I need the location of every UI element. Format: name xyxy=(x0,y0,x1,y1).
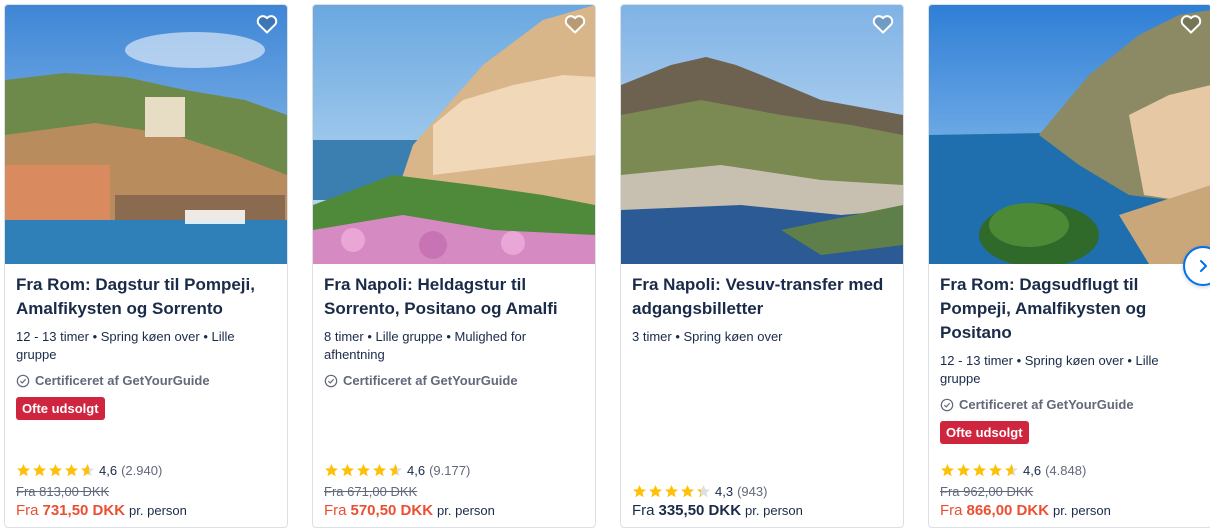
star-icon xyxy=(49,464,62,477)
activity-photo[interactable] xyxy=(313,5,595,264)
activity-photo[interactable] xyxy=(5,5,287,264)
star-icon xyxy=(325,464,338,477)
activity-title[interactable]: Fra Rom: Dagsudflugt til Pompeji, Amalfi… xyxy=(940,273,1201,345)
star-icon xyxy=(665,485,678,498)
certified-label: Certificeret af GetYourGuide xyxy=(16,373,277,388)
star-icon xyxy=(373,464,386,477)
activity-card-1[interactable]: Fra Rom: Dagstur til Pompeji, Amalfikyst… xyxy=(4,4,288,528)
star-icon xyxy=(33,464,46,477)
certified-text: Certificeret af GetYourGuide xyxy=(35,373,210,388)
price-row: Fra 866,00 DKK pr. person xyxy=(940,502,1201,519)
activity-card-2[interactable]: Fra Napoli: Heldagstur til Sorrento, Pos… xyxy=(312,4,596,528)
price-unit: pr. person xyxy=(1053,503,1111,518)
check-circle-icon xyxy=(16,374,30,387)
star-icon xyxy=(649,485,662,498)
activity-photo[interactable] xyxy=(929,5,1210,264)
star-icon xyxy=(697,485,710,498)
star-rating xyxy=(324,463,403,478)
activity-details: 8 timer • Lille gruppe • Mulighed for af… xyxy=(324,329,527,362)
rating-row: 4,6 (4.848) xyxy=(940,463,1201,478)
star-icon xyxy=(1005,464,1018,477)
price-unit: pr. person xyxy=(745,503,803,518)
star-icon xyxy=(989,464,1002,477)
price-row: Fra 731,50 DKK pr. person xyxy=(16,502,277,519)
certified-text: Certificeret af GetYourGuide xyxy=(343,373,518,388)
rating-row: 4,6 (9.177) xyxy=(324,463,585,478)
activity-card-3[interactable]: Fra Napoli: Vesuv-transfer med adgangsbi… xyxy=(620,4,904,528)
chevron-right-icon xyxy=(1200,260,1207,272)
star-rating xyxy=(16,463,95,478)
star-icon xyxy=(681,485,694,498)
price-unit: pr. person xyxy=(129,503,187,518)
star-icon xyxy=(389,464,402,477)
price-unit: pr. person xyxy=(437,503,495,518)
check-circle-icon xyxy=(324,374,338,387)
price-amount: 570,50 DKK xyxy=(350,502,434,519)
rating-value: 4,6 xyxy=(99,463,118,478)
rating-value: 4,6 xyxy=(407,463,426,478)
original-price: Fra 671,00 DKK xyxy=(324,484,418,499)
rating-row: 4,3 (943) xyxy=(632,484,893,499)
price-amount: 731,50 DKK xyxy=(42,502,126,519)
price-from: Fra xyxy=(940,502,963,519)
star-icon xyxy=(357,464,370,477)
certified-label: Certificeret af GetYourGuide xyxy=(940,397,1201,412)
sold-out-badge: Ofte udsolgt xyxy=(16,397,105,420)
star-icon xyxy=(65,464,78,477)
star-rating xyxy=(632,484,711,499)
price-amount: 335,50 DKK xyxy=(658,502,742,519)
original-price: Fra 813,00 DKK xyxy=(16,484,110,499)
check-circle-icon xyxy=(940,398,954,411)
star-icon xyxy=(633,485,646,498)
activity-card-4[interactable]: Fra Rom: Dagsudflugt til Pompeji, Amalfi… xyxy=(928,4,1210,528)
activity-details: 12 - 13 timer • Spring køen over • Lille… xyxy=(16,329,235,362)
rating-value: 4,3 xyxy=(715,484,734,499)
review-count: (2.940) xyxy=(121,463,163,478)
favorite-heart-icon[interactable] xyxy=(254,11,280,37)
favorite-heart-icon[interactable] xyxy=(1178,11,1204,37)
activity-title[interactable]: Fra Napoli: Vesuv-transfer med adgangsbi… xyxy=(632,273,893,321)
activity-details: 12 - 13 timer • Spring køen over • Lille… xyxy=(940,353,1159,386)
review-count: (9.177) xyxy=(429,463,471,478)
star-icon xyxy=(81,464,94,477)
price-row: Fra 570,50 DKK pr. person xyxy=(324,502,585,519)
star-icon xyxy=(341,464,354,477)
review-count: (4.848) xyxy=(1045,463,1087,478)
star-icon xyxy=(17,464,30,477)
certified-text: Certificeret af GetYourGuide xyxy=(959,397,1134,412)
activity-title[interactable]: Fra Rom: Dagstur til Pompeji, Amalfikyst… xyxy=(16,273,277,321)
certified-label: Certificeret af GetYourGuide xyxy=(324,373,585,388)
star-icon xyxy=(973,464,986,477)
activity-photo[interactable] xyxy=(621,5,903,264)
sold-out-badge: Ofte udsolgt xyxy=(940,421,1029,444)
activity-details: 3 timer • Spring køen over xyxy=(632,329,783,344)
review-count: (943) xyxy=(737,484,768,499)
activity-title[interactable]: Fra Napoli: Heldagstur til Sorrento, Pos… xyxy=(324,273,585,321)
star-icon xyxy=(957,464,970,477)
price-from: Fra xyxy=(632,502,655,519)
price-row: Fra 335,50 DKK pr. person xyxy=(632,502,893,519)
star-rating xyxy=(940,463,1019,478)
original-price: Fra 962,00 DKK xyxy=(940,484,1034,499)
favorite-heart-icon[interactable] xyxy=(562,11,588,37)
star-icon xyxy=(941,464,954,477)
price-from: Fra xyxy=(324,502,347,519)
rating-value: 4,6 xyxy=(1023,463,1042,478)
price-from: Fra xyxy=(16,502,39,519)
price-amount: 866,00 DKK xyxy=(966,502,1050,519)
favorite-heart-icon[interactable] xyxy=(870,11,896,37)
rating-row: 4,6 (2.940) xyxy=(16,463,277,478)
